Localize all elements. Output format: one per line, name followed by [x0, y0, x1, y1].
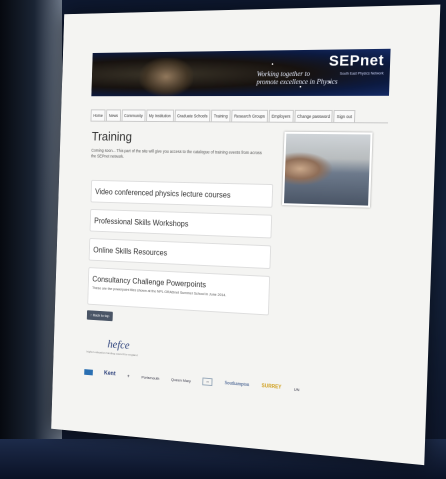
panel-title[interactable]: Online Skills Resources [90, 239, 270, 262]
tab-training[interactable]: Training [210, 109, 231, 122]
sepnet-logo-sub: South East Physics Network [339, 71, 384, 76]
partner-logo-kent[interactable]: Kent [104, 371, 116, 378]
partner-logos: Kent ⚜ Portsmouth Queen Mary ▭ Southampt… [84, 368, 312, 394]
hefce-subtitle: higher education funding council for eng… [86, 349, 138, 358]
banner-tagline: Working together to promote excellence i… [256, 70, 338, 86]
tab-community[interactable]: Community [121, 109, 146, 121]
panel-video-lectures[interactable]: Video conferenced physics lecture course… [90, 179, 274, 208]
panel-consultancy-challenge[interactable]: Consultancy Challenge Powerpoints These … [87, 267, 271, 316]
back-to-top-button[interactable]: ↑ Back to top [86, 310, 113, 322]
hefce-logo[interactable]: hefce [107, 337, 129, 353]
panel-title[interactable]: Video conferenced physics lecture course… [92, 181, 273, 201]
panel-online-resources[interactable]: Online Skills Resources [88, 238, 272, 270]
main-content: Training Coming soon... This part of the… [82, 122, 388, 429]
tagline-line-2: promote excellence in Physics [256, 77, 338, 87]
tab-sign-out[interactable]: Sign out [333, 109, 356, 123]
tab-my-institution[interactable]: My Institution [146, 109, 174, 122]
panel-skills-workshops[interactable]: Professional Skills Workshops [89, 208, 273, 239]
partner-logo-queen-mary[interactable]: Queen Mary [171, 376, 191, 382]
partner-logo-southampton[interactable]: Southampton [225, 381, 250, 388]
tab-research-groups[interactable]: Research Groups [231, 109, 268, 122]
tab-change-password[interactable]: Change password [294, 109, 334, 123]
training-photo [282, 131, 373, 208]
intro-text: Coming soon... This part of the site wil… [91, 147, 262, 159]
banner-photo [139, 57, 194, 97]
web-page: Working together to promote excellence i… [82, 48, 391, 429]
partner-logo-portsmouth[interactable]: Portsmouth [141, 374, 159, 380]
partner-logo-crest[interactable]: ⚜ [127, 373, 130, 378]
partner-logo-surrey[interactable]: SURREY [262, 383, 282, 391]
tab-news[interactable]: News [106, 109, 121, 121]
printed-page: Working together to promote excellence i… [51, 4, 441, 466]
panel-title[interactable]: Professional Skills Workshops [91, 210, 272, 232]
sepnet-logo[interactable]: SEPnet [329, 52, 385, 70]
page-title: Training [91, 129, 133, 144]
site-banner: Working together to promote excellence i… [91, 48, 391, 97]
tab-graduate-schools[interactable]: Graduate Schools [174, 109, 211, 122]
tab-home[interactable]: Home [90, 109, 106, 121]
tab-employers[interactable]: Employers [268, 109, 294, 122]
partner-logo-box[interactable]: ▭ [202, 377, 213, 387]
partner-logo-un[interactable]: UN [294, 386, 300, 391]
partner-logo-blue[interactable] [84, 369, 93, 376]
